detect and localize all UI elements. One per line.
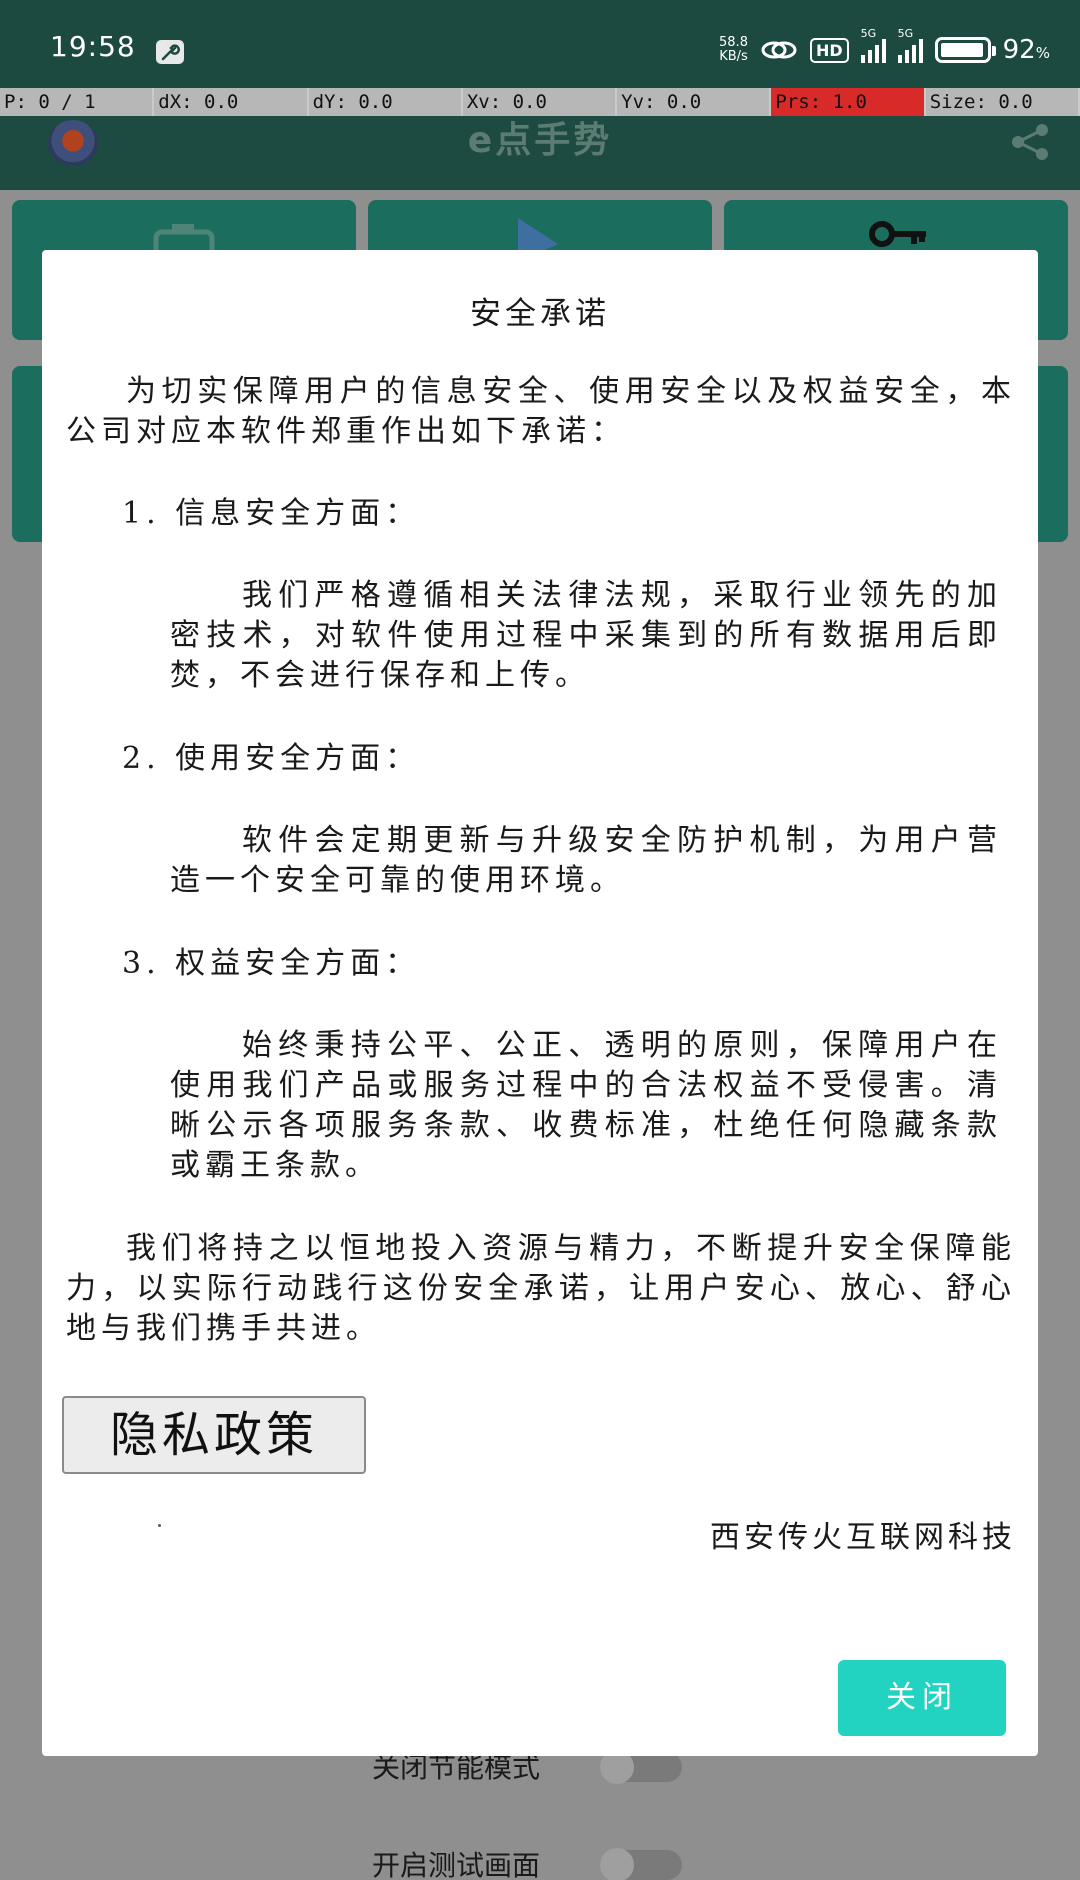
network-speed-value: 58.8 <box>719 35 748 50</box>
power-saving-toggle[interactable] <box>600 1750 682 1784</box>
battery-icon <box>934 37 996 63</box>
battery-percent: 92% <box>1002 35 1050 65</box>
sim2-network-type: 5G <box>897 27 914 40</box>
hd-voice-icon: HD <box>809 37 849 63</box>
section-body-rights-security: 始终秉持公平、公正、透明的原则，保障用户在使用我们产品或服务过程中的合法权益不受… <box>170 1028 1002 1183</box>
sim1-network-type: 5G <box>860 27 877 40</box>
link-icon <box>761 41 797 59</box>
section-heading-usage-security: 2. 使用安全方面： <box>122 741 421 776</box>
section-heading-rights-security: 3. 权益安全方面： <box>122 946 421 981</box>
section-body-info-security: 我们严格遵循相关法律法规，采取行业领先的加密技术，对软件使用过程中采集到的所有数… <box>170 578 1002 693</box>
pointer-count: P: 0 / 1 <box>0 88 155 116</box>
decorative-dot <box>158 1524 161 1527</box>
test-screen-toggle[interactable] <box>600 1848 682 1880</box>
pointer-dx: dX: 0.0 <box>154 88 309 116</box>
signal-icon: 5G <box>860 27 886 63</box>
wrench-icon <box>156 40 184 64</box>
security-promise-dialog: 安全承诺 为切实保障用户的信息安全、使用安全以及权益安全，本公司对应本软件郑重作… <box>42 250 1038 1756</box>
section-body-usage-security: 软件会定期更新与升级安全防护机制，为用户营造一个安全可靠的使用环境。 <box>170 823 1002 898</box>
pointer-dy: dY: 0.0 <box>309 88 463 116</box>
company-name: 西安传火互联网科技 <box>710 1520 1016 1555</box>
dialog-title: 安全承诺 <box>470 296 610 332</box>
key-icon <box>869 221 926 247</box>
status-indicators: 58.8 KB/s HD 5G 5G 92% <box>719 27 1050 70</box>
test-screen-row[interactable]: 开启测试画面 <box>0 1838 1080 1880</box>
network-speed: 58.8 KB/s <box>719 36 748 64</box>
pointer-size: Size: 0.0 <box>926 88 1080 116</box>
section-heading-info-security: 1. 信息安全方面： <box>122 496 421 531</box>
pointer-pressure: Prs: 1.0 <box>771 88 926 116</box>
privacy-policy-button[interactable]: 隐私政策 <box>62 1396 366 1474</box>
network-speed-unit: KB/s <box>719 49 748 64</box>
pointer-xv: Xv: 0.0 <box>463 88 618 116</box>
close-button[interactable]: 关闭 <box>838 1660 1006 1736</box>
pointer-location-overlay: P: 0 / 1 dX: 0.0 dY: 0.0 Xv: 0.0 Yv: 0.0… <box>0 88 1080 116</box>
test-screen-label: 开启测试画面 <box>372 1849 541 1880</box>
intro-paragraph: 为切实保障用户的信息安全、使用安全以及权益安全，本公司对应本软件郑重作出如下承诺… <box>66 374 1016 449</box>
pointer-yv: Yv: 0.0 <box>617 88 772 116</box>
status-time: 19:58 <box>50 30 136 63</box>
app-title: e点手势 <box>467 120 613 161</box>
share-icon[interactable] <box>1008 122 1052 162</box>
signal-icon: 5G <box>897 27 923 63</box>
app-header: e点手势 <box>0 116 1080 190</box>
status-bar: 19:58 58.8 KB/s HD 5G 5G 92% <box>0 0 1080 88</box>
closing-paragraph: 我们将持之以恒地投入资源与精力，不断提升安全保障能力，以实际行动践行这份安全承诺… <box>66 1231 1016 1346</box>
